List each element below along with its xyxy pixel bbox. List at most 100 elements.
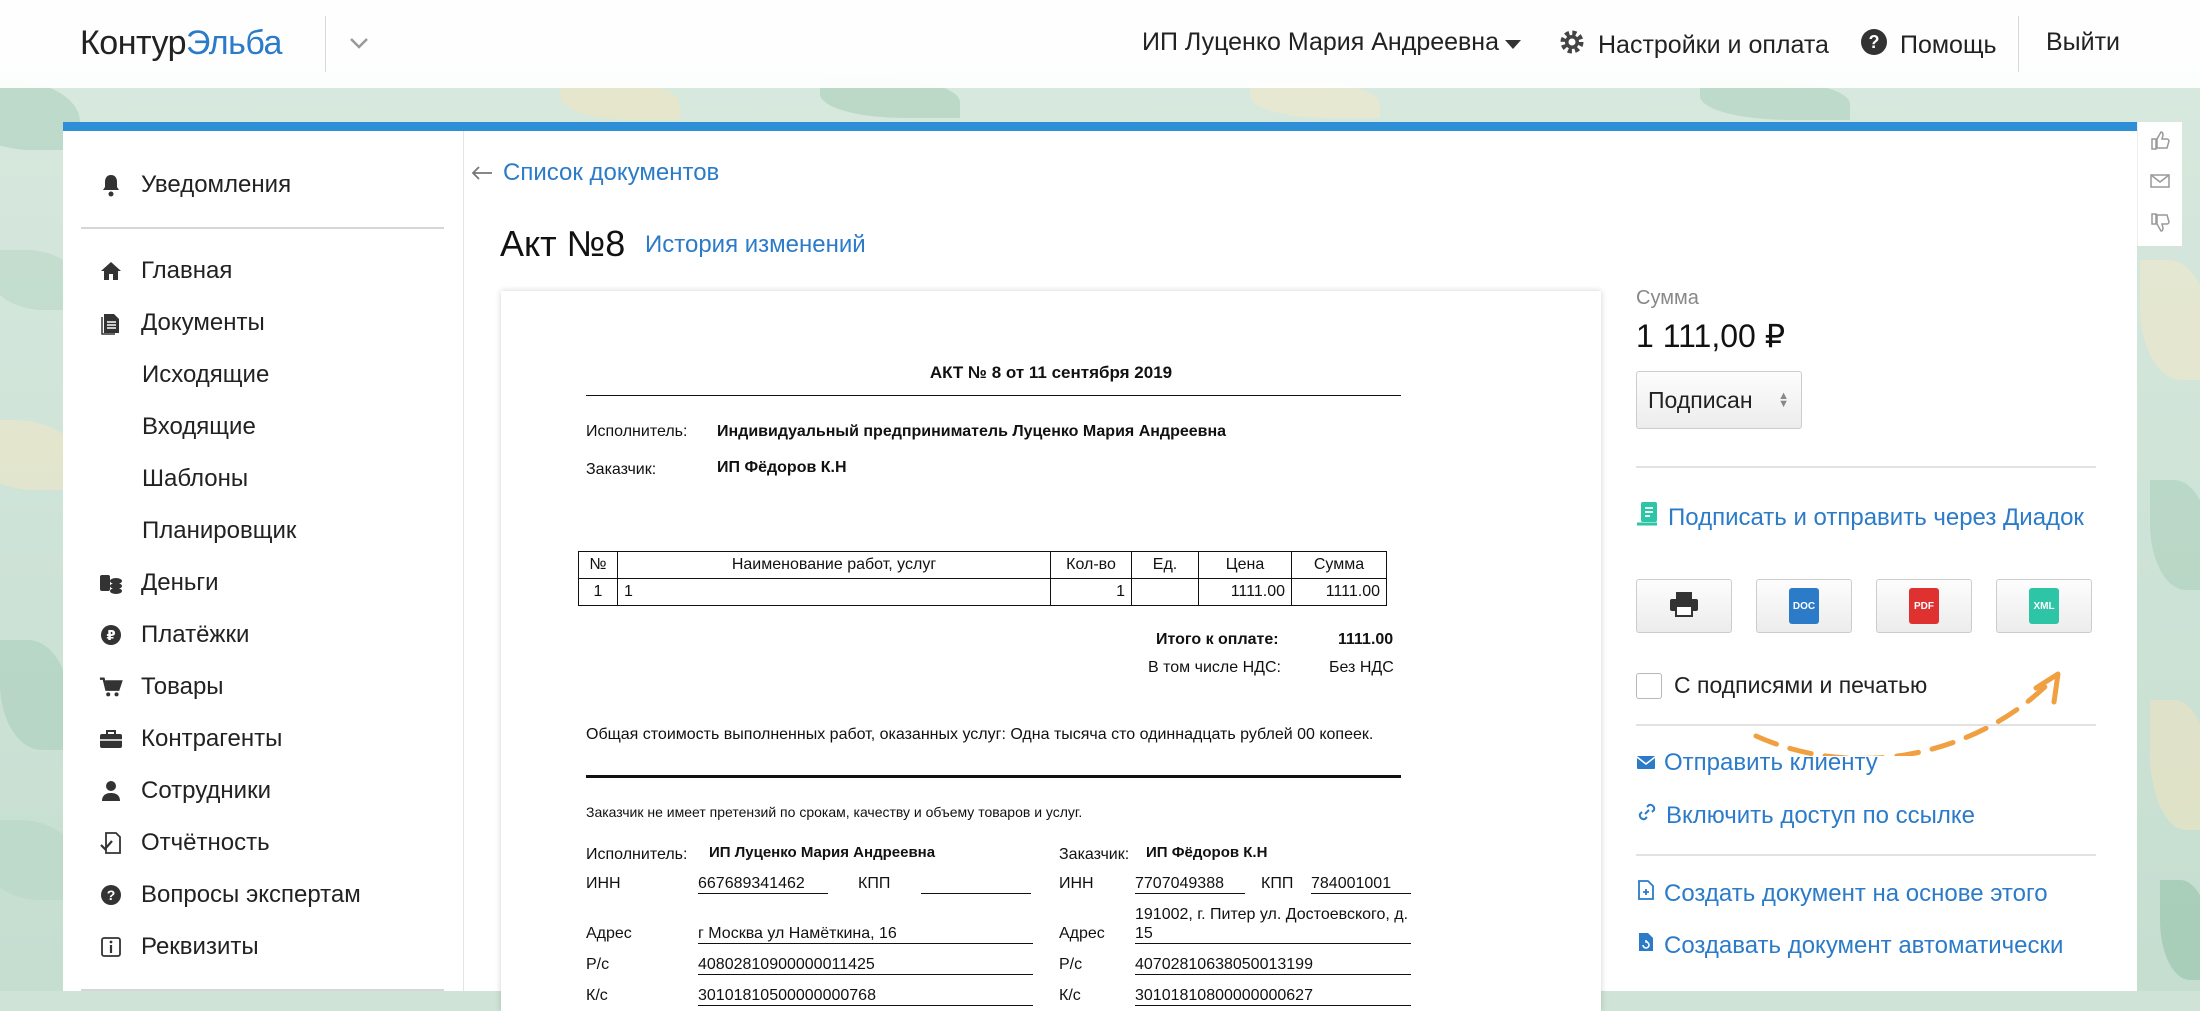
send-link-label: Отправить клиенту	[1664, 749, 1878, 776]
kpp-label: КПП	[1261, 875, 1294, 892]
annotation-arrow	[1753, 671, 2061, 756]
logo[interactable]: КонтурЭльба	[80, 24, 282, 63]
executor-label: Исполнитель:	[586, 423, 688, 440]
link-icon	[1636, 801, 1658, 830]
rs-label: Р/с	[1059, 956, 1083, 973]
sidebar-item-reports[interactable]: Отчётность	[99, 823, 270, 863]
history-link[interactable]: История изменений	[645, 231, 866, 259]
sidebar-item-label: Главная	[141, 257, 233, 284]
create-automatically-link[interactable]: Создавать документ автоматически	[1636, 931, 2063, 960]
back-to-documents-link[interactable]: Список документов	[471, 159, 719, 187]
diadoc-sign-send-link[interactable]: Подписать и отправить через Диадок	[1636, 501, 2084, 534]
caret-down-icon[interactable]	[1505, 40, 1521, 49]
help-label: Помощь	[1900, 31, 1997, 59]
create-auto-label: Создавать документ автоматически	[1664, 931, 2064, 959]
sidebar-item-label: Отчётность	[141, 829, 270, 856]
pdf-file-icon: PDF	[1909, 588, 1939, 624]
table-cell: 1	[1050, 578, 1132, 606]
download-pdf-button[interactable]: PDF	[1876, 579, 1972, 633]
sidebar-item-requisites[interactable]: Реквизиты	[99, 927, 259, 967]
column-header: №	[578, 551, 618, 579]
table-cell: 1111.00	[1198, 578, 1292, 606]
chevron-down-icon[interactable]	[344, 28, 374, 58]
send-to-client-link[interactable]: Отправить клиенту	[1636, 749, 1878, 777]
download-xml-button[interactable]: XML	[1996, 579, 2092, 633]
sidebar-subitem-planner[interactable]: Планировщик	[142, 511, 296, 551]
status-value: Подписан	[1648, 386, 1753, 413]
ks-label: К/с	[586, 987, 608, 1004]
sig-cust-label: Заказчик:	[1059, 846, 1130, 863]
sidebar-subitem-incoming[interactable]: Входящие	[142, 407, 256, 447]
divider	[1636, 854, 2096, 856]
divider	[81, 227, 444, 229]
logo-part2: Эльба	[185, 24, 282, 62]
act-title: АКТ № 8 от 11 сентября 2019	[929, 363, 1173, 382]
sidebar-item-goods[interactable]: Товары	[99, 667, 224, 707]
exec-inn: 667689341462	[698, 875, 828, 894]
xml-file-icon: XML	[2029, 588, 2059, 624]
sidebar-item-employees[interactable]: Сотрудники	[99, 771, 271, 811]
customer-value: ИП Фёдоров К.Н	[717, 459, 847, 476]
diadoc-icon	[1636, 501, 1660, 534]
user-menu[interactable]: ИП Луценко Мария Андреевна	[1142, 28, 1499, 57]
create-based-on-link[interactable]: Создать документ на основе этого	[1636, 879, 2048, 908]
exec-kpp	[921, 875, 1031, 894]
sidebar-item-experts[interactable]: ? Вопросы экспертам	[99, 875, 361, 915]
cust-account: 40702810638050013199	[1135, 956, 1411, 975]
sidebar-item-counterparties[interactable]: Контрагенты	[99, 719, 282, 759]
download-doc-button[interactable]: DOC	[1756, 579, 1852, 633]
status-select[interactable]: Подписан ▲ ▼	[1636, 371, 1802, 429]
share-link-label: Включить доступ по ссылке	[1666, 801, 1975, 829]
checkbox-box[interactable]	[1636, 672, 1662, 699]
sum-label: Сумма	[1636, 287, 1699, 309]
services-table: № Наименование работ, услуг Кол-во Ед. Ц…	[578, 551, 1387, 606]
addr-label: Адрес	[1059, 925, 1105, 942]
divider	[2018, 16, 2019, 72]
logo-part1: Контур	[80, 24, 186, 62]
exec-account: 40802810900000011425	[698, 956, 1033, 975]
thumbs-up-icon[interactable]	[2149, 129, 2171, 156]
sidebar-subitem-outgoing[interactable]: Исходящие	[142, 355, 269, 395]
executor-value: Индивидуальный предприниматель Луценко М…	[717, 423, 1227, 440]
help-link[interactable]: ? Помощь	[1860, 28, 1997, 63]
back-link-label: Список документов	[503, 159, 720, 186]
share-by-link-link[interactable]: Включить доступ по ссылке	[1636, 801, 1975, 830]
sidebar-subitem-templates[interactable]: Шаблоны	[142, 459, 248, 499]
sidebar-item-notifications[interactable]: Уведомления	[99, 165, 291, 205]
sidebar-item-label: Контрагенты	[141, 725, 283, 752]
printer-icon	[1669, 591, 1699, 622]
sidebar-item-label: Сотрудники	[141, 777, 271, 804]
kpp-label: КПП	[858, 875, 891, 892]
print-button[interactable]	[1636, 579, 1732, 633]
settings-link[interactable]: Настройки и оплата	[1558, 28, 1829, 63]
documents-icon	[99, 311, 123, 335]
sidebar-item-label: Платёжки	[141, 621, 250, 648]
home-icon	[99, 259, 123, 283]
sidebar: Уведомления Главная Документы Исходящие …	[63, 131, 464, 991]
create-doc-icon	[1636, 879, 1656, 908]
sidebar-item-payments[interactable]: ₽ Платёжки	[99, 615, 249, 655]
divider	[1636, 724, 2096, 726]
arrow-left-icon	[471, 159, 493, 187]
inn-label: ИНН	[1059, 875, 1094, 892]
column-header: Наименование работ, услуг	[617, 551, 1051, 579]
addr-label: Адрес	[586, 925, 632, 942]
column-header: Сумма	[1291, 551, 1387, 579]
person-icon	[99, 779, 123, 803]
table-cell: 1	[578, 578, 618, 606]
divider	[325, 16, 326, 72]
settings-label: Настройки и оплата	[1598, 31, 1829, 59]
gear-icon	[1558, 28, 1586, 63]
logout-link[interactable]: Выйти	[2046, 28, 2120, 57]
sidebar-item-money[interactable]: Деньги	[99, 563, 219, 603]
total-value: 1111.00	[1338, 631, 1394, 648]
table-cell	[1131, 578, 1199, 606]
cart-icon	[99, 675, 123, 699]
exec-corr-account: 30101810500000000768	[698, 987, 1033, 1006]
diadoc-link-label: Подписать и отправить через Диадок	[1668, 503, 2084, 531]
sidebar-item-home[interactable]: Главная	[99, 251, 232, 291]
page-title: Акт №8	[500, 223, 626, 264]
mail-icon[interactable]	[2149, 170, 2171, 197]
sidebar-item-documents[interactable]: Документы	[99, 303, 265, 343]
thumbs-down-icon[interactable]	[2149, 212, 2171, 239]
